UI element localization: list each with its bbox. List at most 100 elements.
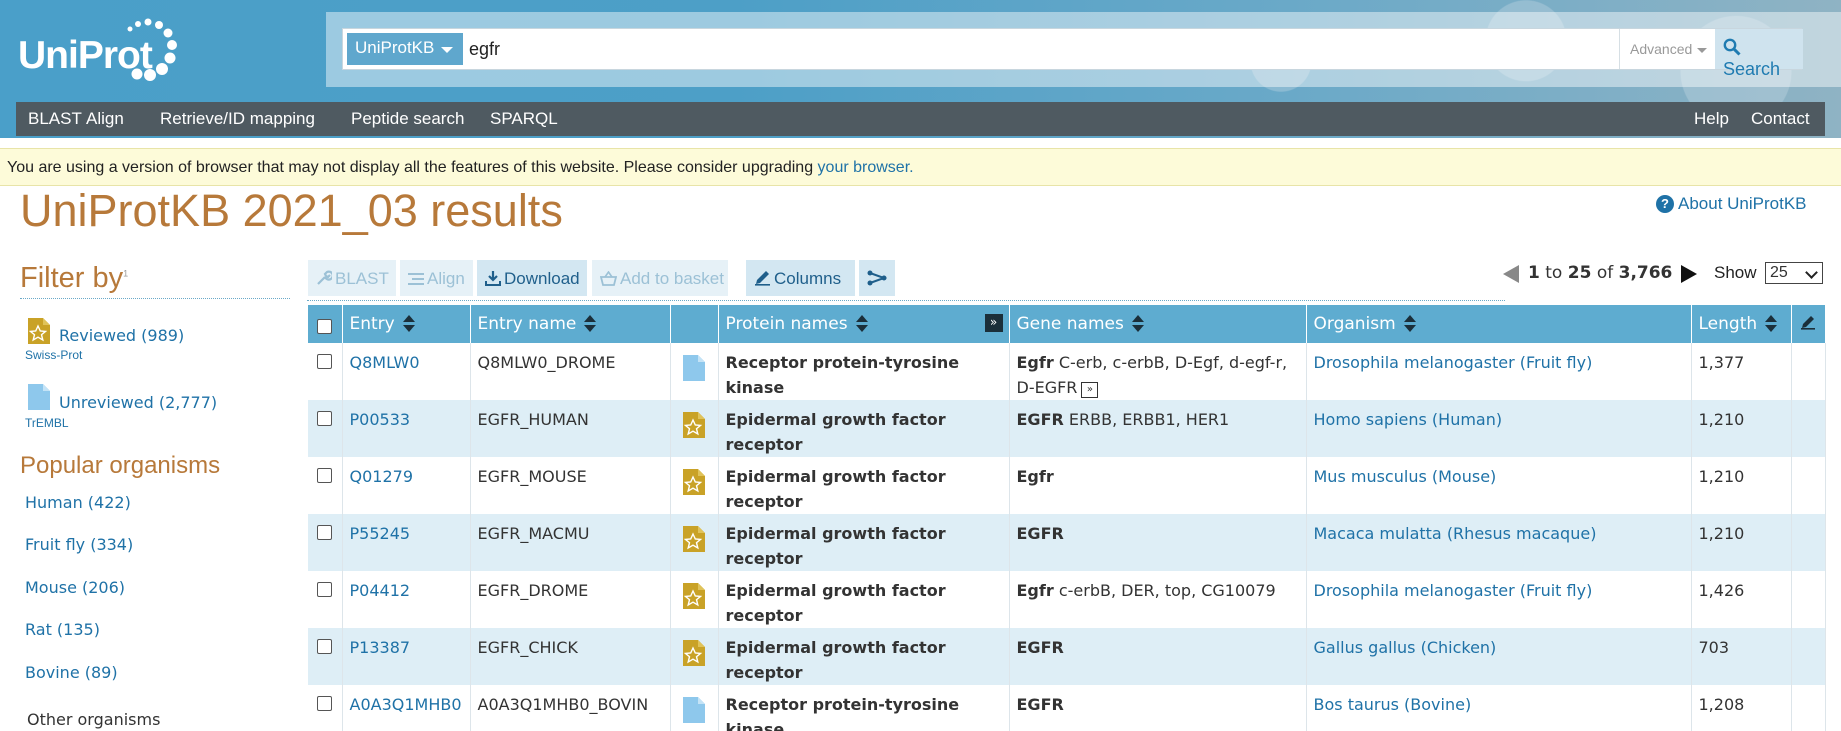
entry-link[interactable]: P04412	[350, 581, 411, 600]
gene-names-cell: EGFR	[1009, 514, 1307, 571]
entry-link[interactable]: P00533	[350, 410, 411, 429]
add-basket-label: Add to basket	[620, 269, 724, 288]
entry-cell: Q01279	[342, 457, 471, 514]
row-checkbox[interactable]	[317, 411, 333, 426]
database-select-label: UniProtKB	[355, 38, 435, 57]
nav-blast[interactable]: BLAST	[28, 109, 82, 129]
download-label: Download	[504, 269, 580, 288]
filter-info-sup[interactable]: 1	[123, 268, 128, 278]
organism-rat[interactable]: Rat (135)	[25, 620, 100, 639]
share-button[interactable]	[859, 260, 895, 296]
row-select-cell	[308, 343, 343, 400]
other-organisms-link[interactable]: Other organisms	[27, 710, 160, 729]
download-button[interactable]: Download	[477, 260, 587, 296]
gene-synonyms: c-erbB, DER, top, CG10079	[1058, 581, 1276, 600]
sort-icon[interactable]	[1131, 315, 1144, 333]
col-protein-names[interactable]: Protein names »	[718, 305, 1010, 343]
advanced-search-button[interactable]: Advanced	[1619, 29, 1715, 69]
popular-organisms-title: Popular organisms	[20, 452, 221, 479]
row-checkbox[interactable]	[317, 639, 333, 654]
col-entry[interactable]: Entry	[342, 305, 471, 343]
organism-link[interactable]: Bos taurus (Bovine)	[1314, 695, 1472, 714]
organism-mouse[interactable]: Mouse (206)	[25, 578, 125, 597]
row-select-cell	[308, 628, 343, 685]
page-size-select[interactable]: 25	[1765, 262, 1823, 284]
organism-link[interactable]: Drosophila melanogaster (Fruit fly)	[1314, 581, 1593, 600]
pager-text: 1 to 25 of 3,766	[1528, 263, 1672, 283]
nav-help[interactable]: Help	[1694, 109, 1729, 129]
organism-bovine[interactable]: Bovine (89)	[25, 663, 118, 682]
facet-reviewed-sub: Swiss-Prot	[25, 348, 83, 362]
entry-link[interactable]: Q01279	[350, 467, 414, 486]
row-checkbox[interactable]	[317, 582, 333, 597]
protein-name: Epidermal growth factor receptor	[725, 524, 946, 568]
gene-names-cell: EGFR ERBB, ERBB1, HER1	[1009, 400, 1307, 457]
col-edit[interactable]	[1791, 305, 1826, 343]
entry-name-cell: Q8MLW0_DROME	[470, 343, 671, 400]
nav-sparql[interactable]: SPARQL	[490, 109, 558, 129]
gene-names-cell: Egfr c-erbB, DER, top, CG10079	[1009, 571, 1307, 628]
protein-names-cell: Epidermal growth factor receptor	[718, 400, 1010, 457]
previous-page-icon[interactable]	[1503, 265, 1519, 283]
organism-link[interactable]: Macaca mulatta (Rhesus macaque)	[1314, 524, 1597, 543]
protein-names-cell: Epidermal growth factor receptor	[718, 628, 1010, 685]
database-select[interactable]: UniProtKB	[347, 33, 463, 65]
expand-genes-icon[interactable]: »	[1081, 382, 1099, 398]
sort-icon[interactable]	[1765, 315, 1778, 333]
blast-button[interactable]: BLAST	[308, 260, 396, 296]
search-input[interactable]	[465, 33, 1545, 65]
organism-link[interactable]: Drosophila melanogaster (Fruit fly)	[1314, 353, 1593, 372]
col-organism[interactable]: Organism	[1306, 305, 1692, 343]
align-button[interactable]: Align	[400, 260, 473, 296]
organism-link[interactable]: Gallus gallus (Chicken)	[1314, 638, 1497, 657]
nav-align[interactable]: Align	[86, 109, 124, 129]
organism-link[interactable]: Homo sapiens (Human)	[1314, 410, 1503, 429]
columns-button[interactable]: Columns	[746, 260, 855, 296]
filter-title-text: Filter by	[20, 262, 124, 294]
sort-icon[interactable]	[402, 315, 415, 333]
add-to-basket-button[interactable]: Add to basket	[592, 260, 728, 296]
nav-retrieve-id-mapping[interactable]: Retrieve/ID mapping	[160, 109, 315, 129]
sort-icon[interactable]	[584, 315, 597, 333]
row-checkbox[interactable]	[317, 525, 333, 540]
blast-label: BLAST	[335, 269, 389, 288]
expand-column-icon[interactable]: »	[984, 314, 1003, 332]
col-entry-name[interactable]: Entry name	[470, 305, 671, 343]
browser-upgrade-link[interactable]: your browser.	[818, 159, 914, 176]
organism-fruit-fly[interactable]: Fruit fly (334)	[25, 535, 133, 554]
facet-unreviewed[interactable]: Unreviewed (2,777)	[59, 393, 217, 412]
sort-icon[interactable]	[855, 315, 868, 333]
nav-contact[interactable]: Contact	[1751, 109, 1810, 129]
row-checkbox[interactable]	[317, 468, 333, 483]
row-select-cell	[308, 685, 343, 731]
col-gene-names[interactable]: Gene names	[1009, 305, 1307, 343]
row-checkbox[interactable]	[317, 696, 333, 711]
search-button[interactable]: Search	[1715, 29, 1803, 79]
protein-name: Epidermal growth factor receptor	[725, 410, 946, 454]
nav-peptide-search[interactable]: Peptide search	[351, 109, 464, 129]
protein-name: Epidermal growth factor receptor	[725, 638, 946, 682]
next-page-icon[interactable]	[1681, 265, 1697, 283]
organism-human[interactable]: Human (422)	[25, 493, 131, 512]
organism-cell: Drosophila melanogaster (Fruit fly)	[1306, 571, 1692, 628]
length-cell: 1,208	[1691, 685, 1792, 731]
entry-link[interactable]: Q8MLW0	[350, 353, 420, 372]
about-uniprotkb-link[interactable]: ? About UniProtKB	[1656, 194, 1807, 214]
facet-reviewed[interactable]: Reviewed (989)	[59, 326, 184, 345]
uniprot-logo[interactable]: UniProt	[18, 16, 177, 82]
organism-link[interactable]: Mus musculus (Mouse)	[1314, 467, 1497, 486]
length-cell: 1,210	[1691, 457, 1792, 514]
entry-link[interactable]: P55245	[350, 524, 411, 543]
col-length-label: Length	[1698, 314, 1758, 334]
unreviewed-doc-icon	[683, 697, 705, 723]
entry-link[interactable]: P13387	[350, 638, 411, 657]
select-all-checkbox[interactable]	[317, 318, 333, 334]
col-length[interactable]: Length	[1691, 305, 1792, 343]
wrench-icon	[317, 270, 334, 285]
about-label: About UniProtKB	[1678, 194, 1807, 213]
edit-cell	[1791, 457, 1826, 514]
align-label: Align	[427, 269, 465, 288]
row-checkbox[interactable]	[317, 354, 333, 369]
sort-icon[interactable]	[1403, 315, 1416, 333]
entry-link[interactable]: A0A3Q1MHB0	[350, 695, 462, 714]
